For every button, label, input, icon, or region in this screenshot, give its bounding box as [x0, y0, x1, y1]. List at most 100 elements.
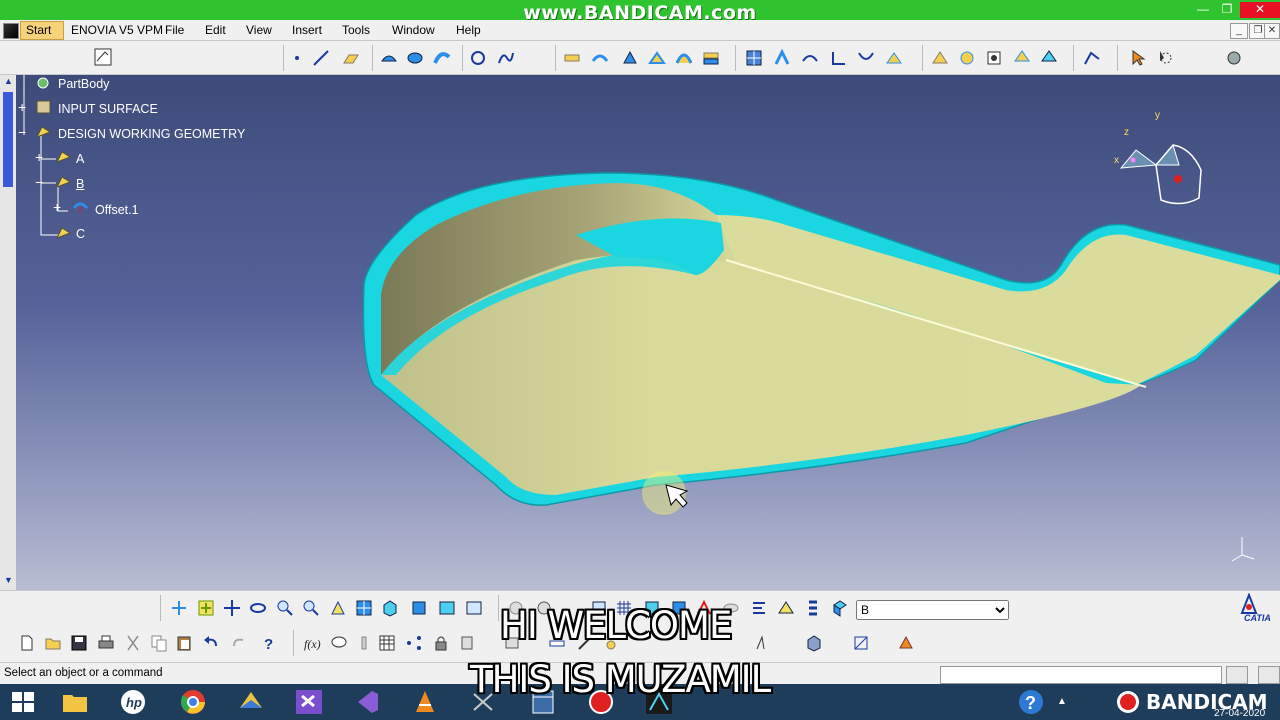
shading-icon[interactable] — [410, 599, 428, 617]
tree-item-c[interactable]: C — [76, 227, 85, 241]
analysis-icon[interactable] — [958, 49, 976, 67]
normal-view-icon[interactable] — [329, 599, 347, 617]
tree-scrollbar-thumb[interactable] — [3, 92, 13, 187]
tool-icon-10[interactable] — [804, 599, 822, 617]
geometrical-set-icon[interactable] — [56, 150, 71, 164]
lock-icon[interactable] — [432, 634, 450, 652]
paste-icon[interactable] — [175, 634, 193, 652]
draft-analysis-icon[interactable] — [1013, 49, 1031, 67]
transform-icon[interactable] — [773, 49, 791, 67]
menu-window[interactable]: Window — [392, 23, 435, 37]
zoom-out-icon[interactable] — [302, 599, 320, 617]
file-explorer-icon[interactable] — [60, 688, 90, 716]
zoom-in-icon[interactable] — [276, 599, 294, 617]
cut-icon[interactable] — [124, 634, 142, 652]
sweep-icon[interactable] — [433, 49, 451, 67]
tree-item-b[interactable]: B — [76, 177, 84, 191]
geometrical-set-icon[interactable] — [36, 100, 51, 114]
menu-help[interactable]: Help — [456, 23, 481, 37]
visual-studio-alt-icon[interactable] — [352, 688, 382, 716]
windows-start-icon[interactable] — [8, 688, 38, 716]
revolve-surface-icon[interactable] — [406, 49, 424, 67]
undo-icon[interactable] — [202, 634, 220, 652]
fill-icon[interactable] — [648, 49, 666, 67]
menu-tools[interactable]: Tools — [342, 23, 370, 37]
tree-item-design-working-geometry[interactable]: DESIGN WORKING GEOMETRY — [58, 127, 245, 141]
status-button-2[interactable] — [1258, 666, 1280, 684]
chrome-icon[interactable] — [178, 688, 208, 716]
rotate-icon[interactable] — [249, 599, 267, 617]
status-button-1[interactable] — [1226, 666, 1248, 684]
3d-viewport[interactable]: y z x — [16, 75, 1280, 590]
tool-icon-8[interactable] — [750, 599, 768, 617]
network-icon[interactable] — [405, 634, 423, 652]
collapse-b-icon[interactable]: − — [35, 175, 43, 189]
close-window-button[interactable]: ✕ — [1240, 2, 1280, 18]
comment-icon[interactable] — [330, 634, 348, 652]
new-file-icon[interactable] — [18, 634, 36, 652]
split-icon[interactable] — [591, 49, 609, 67]
plane-icon[interactable] — [342, 49, 360, 67]
select-arrow-icon[interactable] — [1130, 49, 1148, 67]
restore-window-button[interactable]: ❐ — [1216, 2, 1238, 18]
save-icon[interactable] — [70, 634, 88, 652]
geometrical-set-icon[interactable] — [56, 175, 71, 189]
expand-offset-icon[interactable]: + — [53, 200, 61, 214]
offset-icon[interactable] — [702, 49, 720, 67]
print-icon[interactable] — [97, 634, 115, 652]
swap-visible-space-icon[interactable] — [465, 599, 483, 617]
grid-pattern-icon[interactable] — [745, 49, 763, 67]
part-model[interactable] — [16, 75, 1280, 590]
join-icon[interactable] — [563, 49, 581, 67]
compass-icon[interactable] — [1111, 110, 1211, 210]
define-in-work-object-icon[interactable] — [831, 599, 849, 617]
line-icon[interactable] — [312, 49, 330, 67]
hide-show-icon[interactable] — [438, 599, 456, 617]
tray-chevron-icon[interactable]: ▲ — [1057, 696, 1067, 707]
point-icon[interactable] — [288, 49, 306, 67]
collapse-design-geometry-icon[interactable]: − — [18, 125, 26, 139]
sketch-icon[interactable] — [93, 47, 113, 67]
fit-all-icon[interactable] — [197, 599, 215, 617]
hp-icon[interactable]: hp — [118, 688, 148, 716]
extrude-surface-icon[interactable] — [380, 49, 398, 67]
tree-item-partbody[interactable]: PartBody — [58, 77, 109, 91]
app-icon[interactable] — [236, 688, 266, 716]
open-folder-icon[interactable] — [44, 634, 62, 652]
menu-workbench[interactable]: ENOVIA V5 VPM — [71, 23, 163, 37]
iso-view-icon[interactable] — [381, 599, 399, 617]
mdi-minimize-button[interactable]: _ — [1230, 23, 1248, 39]
current-set-select[interactable]: B — [856, 600, 1009, 620]
corner-icon[interactable] — [830, 49, 848, 67]
menu-file[interactable]: File — [165, 23, 184, 37]
extract-icon[interactable] — [885, 49, 903, 67]
blend-icon[interactable] — [675, 49, 693, 67]
fly-mode-icon[interactable] — [170, 599, 188, 617]
circle-icon[interactable] — [469, 49, 487, 67]
tree-item-offset-1[interactable]: Offset.1 — [95, 203, 139, 217]
scroll-down-arrow-icon[interactable]: ▼ — [4, 575, 13, 585]
tool-icon-18[interactable] — [897, 634, 915, 652]
vlc-icon[interactable] — [410, 688, 440, 716]
spline-icon[interactable] — [497, 49, 515, 67]
geometrical-set-icon[interactable] — [56, 226, 71, 240]
menu-insert[interactable]: Insert — [292, 23, 322, 37]
menu-edit[interactable]: Edit — [205, 23, 226, 37]
minimize-window-button[interactable]: — — [1192, 2, 1214, 18]
surface-analysis-icon[interactable] — [1040, 49, 1058, 67]
table-icon[interactable] — [378, 634, 396, 652]
select-trap-icon[interactable] — [1157, 49, 1175, 67]
menu-view[interactable]: View — [246, 23, 272, 37]
knowledge-tool-icon[interactable] — [355, 634, 373, 652]
copy-icon[interactable] — [150, 634, 168, 652]
geometrical-set-icon[interactable] — [36, 125, 51, 139]
whats-this-help-icon[interactable]: ? — [259, 634, 277, 652]
offset-surface-icon[interactable] — [73, 200, 88, 214]
pan-icon[interactable] — [223, 599, 241, 617]
tool-icon-9[interactable] — [777, 599, 795, 617]
mdi-close-button[interactable]: ✕ — [1264, 23, 1280, 39]
tree-item-a[interactable]: A — [76, 152, 84, 166]
curve-icon[interactable] — [801, 49, 819, 67]
multi-view-icon[interactable] — [355, 599, 373, 617]
law-icon[interactable] — [1083, 49, 1101, 67]
